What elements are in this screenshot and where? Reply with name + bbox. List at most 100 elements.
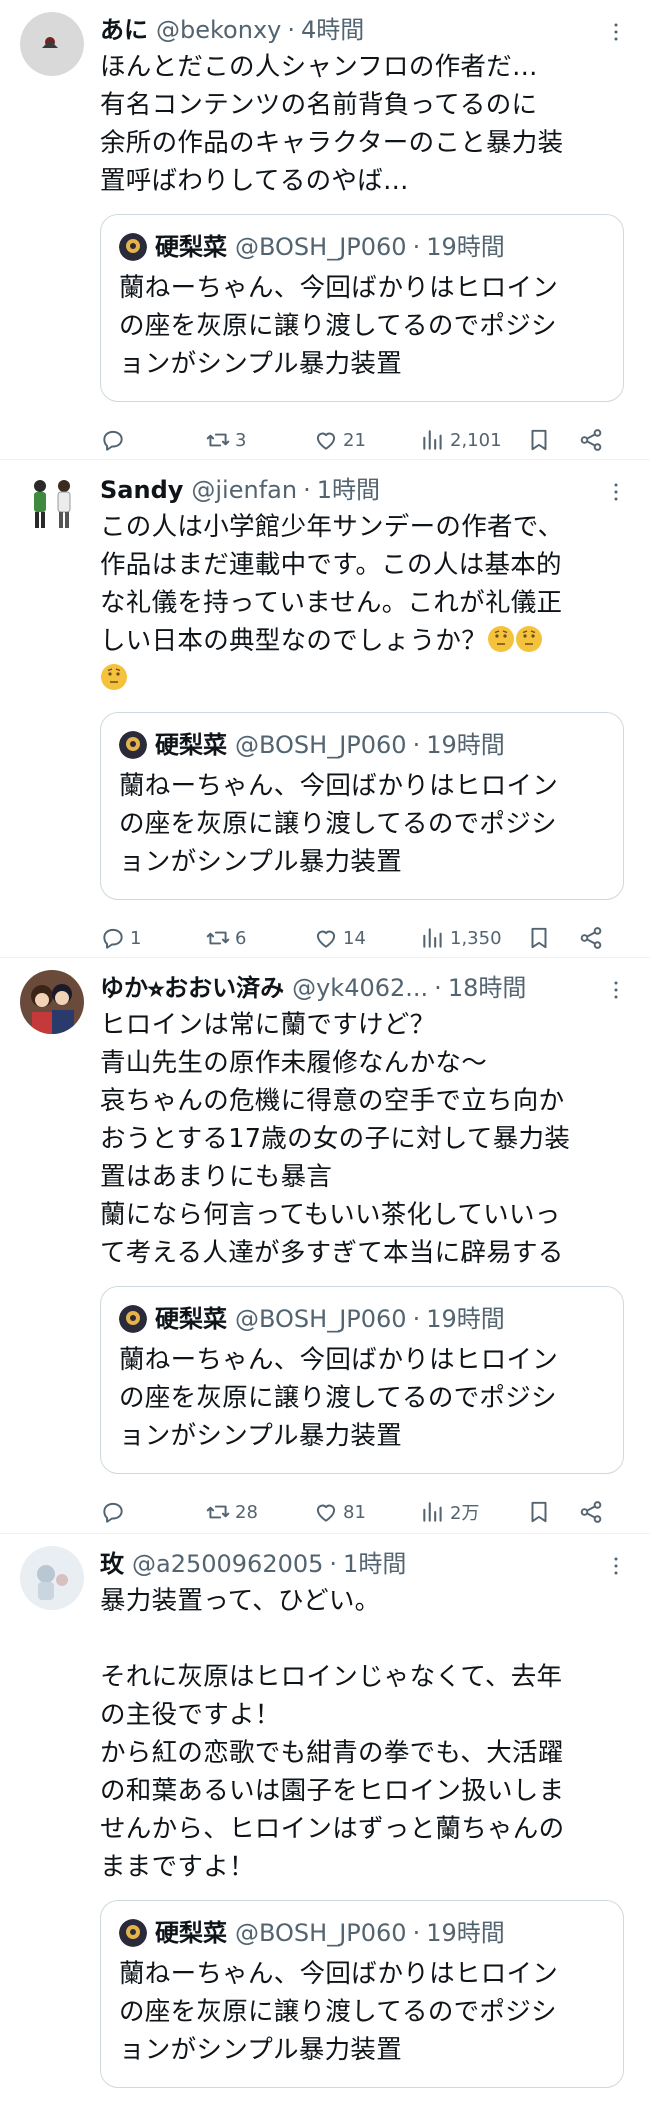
quoted-timestamp: 19時間	[426, 233, 505, 261]
timestamp[interactable]: 4時間	[301, 12, 364, 48]
reply-button[interactable]: 1	[100, 925, 205, 951]
reply-button[interactable]	[100, 427, 205, 453]
heart-icon	[316, 930, 336, 948]
timestamp[interactable]: 1時間	[343, 1546, 406, 1582]
quoted-timestamp: 19時間	[426, 1919, 505, 1947]
tweet[interactable]: 玫 @a2500962005 · 1時間 暴力装置って、ひどい。 それに灰原はヒ…	[0, 1534, 650, 2105]
tweet-text: この人は小学館少年サンデーの作者で、 作品はまだ連載中です。この人は基本的 な礼…	[100, 508, 624, 698]
display-name[interactable]: あに	[100, 12, 148, 48]
more-dots-icon[interactable]	[604, 978, 628, 1002]
bookmark-button[interactable]	[526, 427, 578, 453]
avatar-column	[20, 12, 100, 459]
separator-dot: ·	[412, 1305, 421, 1333]
retweet-count: 3	[235, 429, 247, 451]
share-button[interactable]	[578, 925, 608, 951]
avatar[interactable]	[20, 1546, 84, 1610]
user-handle[interactable]: @yk4062...	[292, 970, 428, 1006]
retweet-button[interactable]: 3	[205, 427, 313, 453]
quoted-handle: @BOSH_JP060	[235, 731, 407, 759]
retweet-button[interactable]: 28	[205, 1499, 313, 1525]
quoted-tweet[interactable]: 硬梨菜 @BOSH_JP060 · 19時間 蘭ねーちゃん、今回ばかりはヒロイン…	[100, 1286, 624, 1474]
quoted-text: 蘭ねーちゃん、今回ばかりはヒロイン の座を灰原に譲り渡してるのでポジシ ョンがシ…	[119, 1959, 559, 2065]
like-button[interactable]: 21	[313, 427, 420, 453]
avatar[interactable]	[20, 472, 84, 536]
action-bar: 28 81 2万	[100, 1482, 624, 1542]
share-icon	[580, 927, 602, 949]
views-count: 2万	[450, 1503, 480, 1524]
quoted-handle: @BOSH_JP060	[235, 1305, 407, 1333]
quoted-tweet[interactable]: 硬梨菜 @BOSH_JP060 · 19時間 蘭ねーちゃん、今回ばかりはヒロイン…	[100, 1900, 624, 2088]
views-button[interactable]: 2,101	[420, 427, 526, 453]
tweet[interactable]: あに @bekonxy · 4時間 ほんとだこの人シャンフロの作者だ… 有名コン…	[0, 0, 650, 460]
quoted-text: 蘭ねーちゃん、今回ばかりはヒロイン の座を灰原に譲り渡してるのでポジシ ョンがシ…	[119, 273, 559, 379]
views-button[interactable]: 1,350	[420, 925, 526, 951]
tweet-header: あに @bekonxy · 4時間	[100, 12, 624, 48]
quoted-display-name: 硬梨菜	[155, 233, 227, 261]
share-icon	[580, 429, 602, 451]
quoted-tweet[interactable]: 硬梨菜 @BOSH_JP060 · 19時間 蘭ねーちゃん、今回ばかりはヒロイン…	[100, 712, 624, 900]
display-name[interactable]: 玫	[100, 1546, 124, 1582]
quoted-timestamp: 19時間	[426, 1305, 505, 1333]
views-icon	[423, 430, 442, 450]
reply-icon	[103, 928, 123, 949]
quoted-handle: @BOSH_JP060	[235, 233, 407, 261]
retweet-count: 6	[235, 927, 247, 949]
avatar[interactable]	[20, 970, 84, 1034]
tweet-header: 玫 @a2500962005 · 1時間	[100, 1546, 624, 1582]
quoted-avatar	[119, 1305, 147, 1333]
bookmark-button[interactable]	[526, 1499, 578, 1525]
separator-dot: ·	[412, 233, 421, 261]
separator-dot: ·	[329, 1550, 338, 1578]
retweet-count: 28	[235, 1501, 258, 1523]
tweet-header: Sandy @jienfan · 1時間	[100, 472, 624, 508]
retweet-icon	[206, 433, 230, 447]
tweet[interactable]: Sandy @jienfan · 1時間 この人は小学館少年サンデーの作者で、 …	[0, 460, 650, 958]
retweet-icon	[206, 931, 230, 945]
views-icon	[423, 1502, 442, 1522]
quoted-text: 蘭ねーちゃん、今回ばかりはヒロイン の座を灰原に譲り渡してるのでポジシ ョンがシ…	[119, 771, 559, 877]
tweet[interactable]: ゆか⭐︎おおい済み @yk4062... · 18時間 ヒロインは常に蘭ですけど…	[0, 958, 650, 1534]
reply-icon	[103, 430, 123, 451]
quoted-avatar	[119, 1919, 147, 1947]
bookmark-button[interactable]	[526, 925, 578, 951]
reply-count: 1	[130, 927, 142, 949]
quoted-tweet[interactable]: 硬梨菜 @BOSH_JP060 · 19時間 蘭ねーちゃん、今回ばかりはヒロイン…	[100, 214, 624, 402]
tweet-text: ほんとだこの人シャンフロの作者だ… 有名コンテンツの名前背負ってるのに 余所の作…	[100, 52, 564, 196]
timestamp[interactable]: 18時間	[448, 970, 527, 1006]
quoted-display-name: 硬梨菜	[155, 731, 227, 759]
user-handle[interactable]: @a2500962005	[132, 1546, 323, 1582]
heart-icon	[316, 432, 336, 450]
avatar-column	[20, 472, 100, 957]
like-button[interactable]: 14	[313, 925, 420, 951]
retweet-button[interactable]: 6	[205, 925, 313, 951]
share-button[interactable]	[578, 427, 608, 453]
tweet-header: ゆか⭐︎おおい済み @yk4062... · 18時間	[100, 970, 624, 1006]
quoted-avatar	[119, 731, 147, 759]
display-name[interactable]: Sandy	[100, 472, 183, 508]
separator-dot: ·	[434, 974, 442, 1002]
retweet-icon	[206, 1505, 230, 1519]
user-handle[interactable]: @bekonxy	[156, 12, 281, 48]
avatar[interactable]	[20, 12, 84, 76]
more-dots-icon[interactable]	[604, 20, 628, 44]
views-icon	[423, 928, 442, 948]
views-button[interactable]: 2万	[420, 1499, 526, 1525]
like-button[interactable]: 81	[313, 1499, 420, 1525]
thinking-face-emoji	[516, 626, 543, 652]
thinking-face-emoji	[101, 664, 127, 690]
tweet-text: 暴力装置って、ひどい。 それに灰原はヒロインじゃなくて、去年 の主役ですよ！ か…	[100, 1586, 565, 1882]
like-count: 14	[343, 927, 366, 949]
share-button[interactable]	[578, 1499, 608, 1525]
timestamp[interactable]: 1時間	[317, 472, 380, 508]
more-dots-icon[interactable]	[604, 1554, 628, 1578]
display-name[interactable]: ゆか⭐︎おおい済み	[100, 970, 284, 1006]
user-handle[interactable]: @jienfan	[191, 472, 297, 508]
timeline: あに @bekonxy · 4時間 ほんとだこの人シャンフロの作者だ… 有名コン…	[0, 0, 650, 2105]
separator-dot: ·	[412, 731, 421, 759]
avatar-column	[20, 1546, 100, 2105]
tweet-text: ヒロインは常に蘭ですけど？ 青山先生の原作未履修なんかな〜 哀ちゃんの危機に得意…	[100, 1010, 571, 1268]
separator-dot: ·	[303, 476, 311, 504]
reply-icon	[103, 1502, 123, 1523]
reply-button[interactable]	[100, 1499, 205, 1525]
more-dots-icon[interactable]	[604, 480, 628, 504]
